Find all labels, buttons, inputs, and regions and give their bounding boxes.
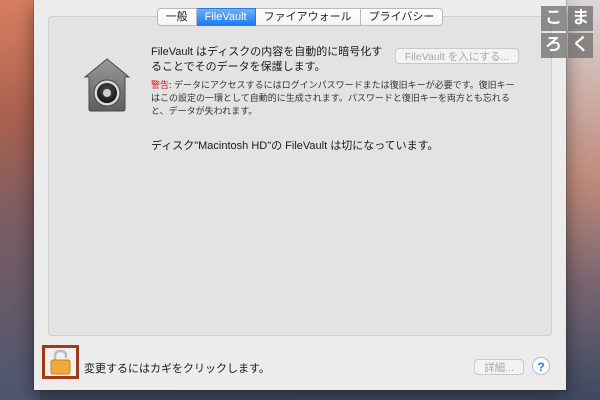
tab-general[interactable]: 一般 — [156, 8, 197, 26]
turn-on-filevault-button[interactable]: FileVault を入にする... — [395, 48, 519, 64]
warning-text: : データにアクセスするにはログインパスワードまたは復旧キーが必要です。復旧キー… — [151, 80, 515, 116]
help-button[interactable]: ? — [532, 357, 550, 375]
filevault-house-lock-icon — [83, 58, 131, 112]
watermark-char: く — [568, 33, 593, 58]
tab-bar: 一般 FileVault ファイアウォール プライバシー — [34, 8, 566, 26]
warning-message: 警告: データにアクセスするにはログインパスワードまたは復旧キーが必要です。復旧… — [151, 79, 517, 118]
padlock-open-icon — [50, 349, 71, 375]
filevault-description: FileVault はディスクの内容を自動的に暗号化することでそのデータを保護し… — [151, 46, 383, 73]
lock-button[interactable] — [42, 345, 79, 379]
watermark-char: ま — [568, 6, 593, 31]
watermark-char: ろ — [541, 33, 566, 58]
filevault-status: ディスク"Macintosh HD"の FileVault は切になっています。 — [151, 140, 439, 152]
security-privacy-window: 一般 FileVault ファイアウォール プライバシー FileVault は… — [34, 0, 566, 390]
filevault-panel: FileVault はディスクの内容を自動的に暗号化することでそのデータを保護し… — [48, 16, 552, 336]
tab-filevault[interactable]: FileVault — [196, 8, 256, 26]
tab-firewall[interactable]: ファイアウォール — [255, 8, 361, 26]
tab-privacy[interactable]: プライバシー — [360, 8, 444, 26]
warning-label: 警告 — [151, 80, 170, 90]
wallpaper-right-mountain — [564, 0, 600, 400]
lock-hint-text: 変更するにはカギをクリックします。 — [84, 363, 270, 375]
advanced-button[interactable]: 詳細... — [474, 359, 524, 375]
